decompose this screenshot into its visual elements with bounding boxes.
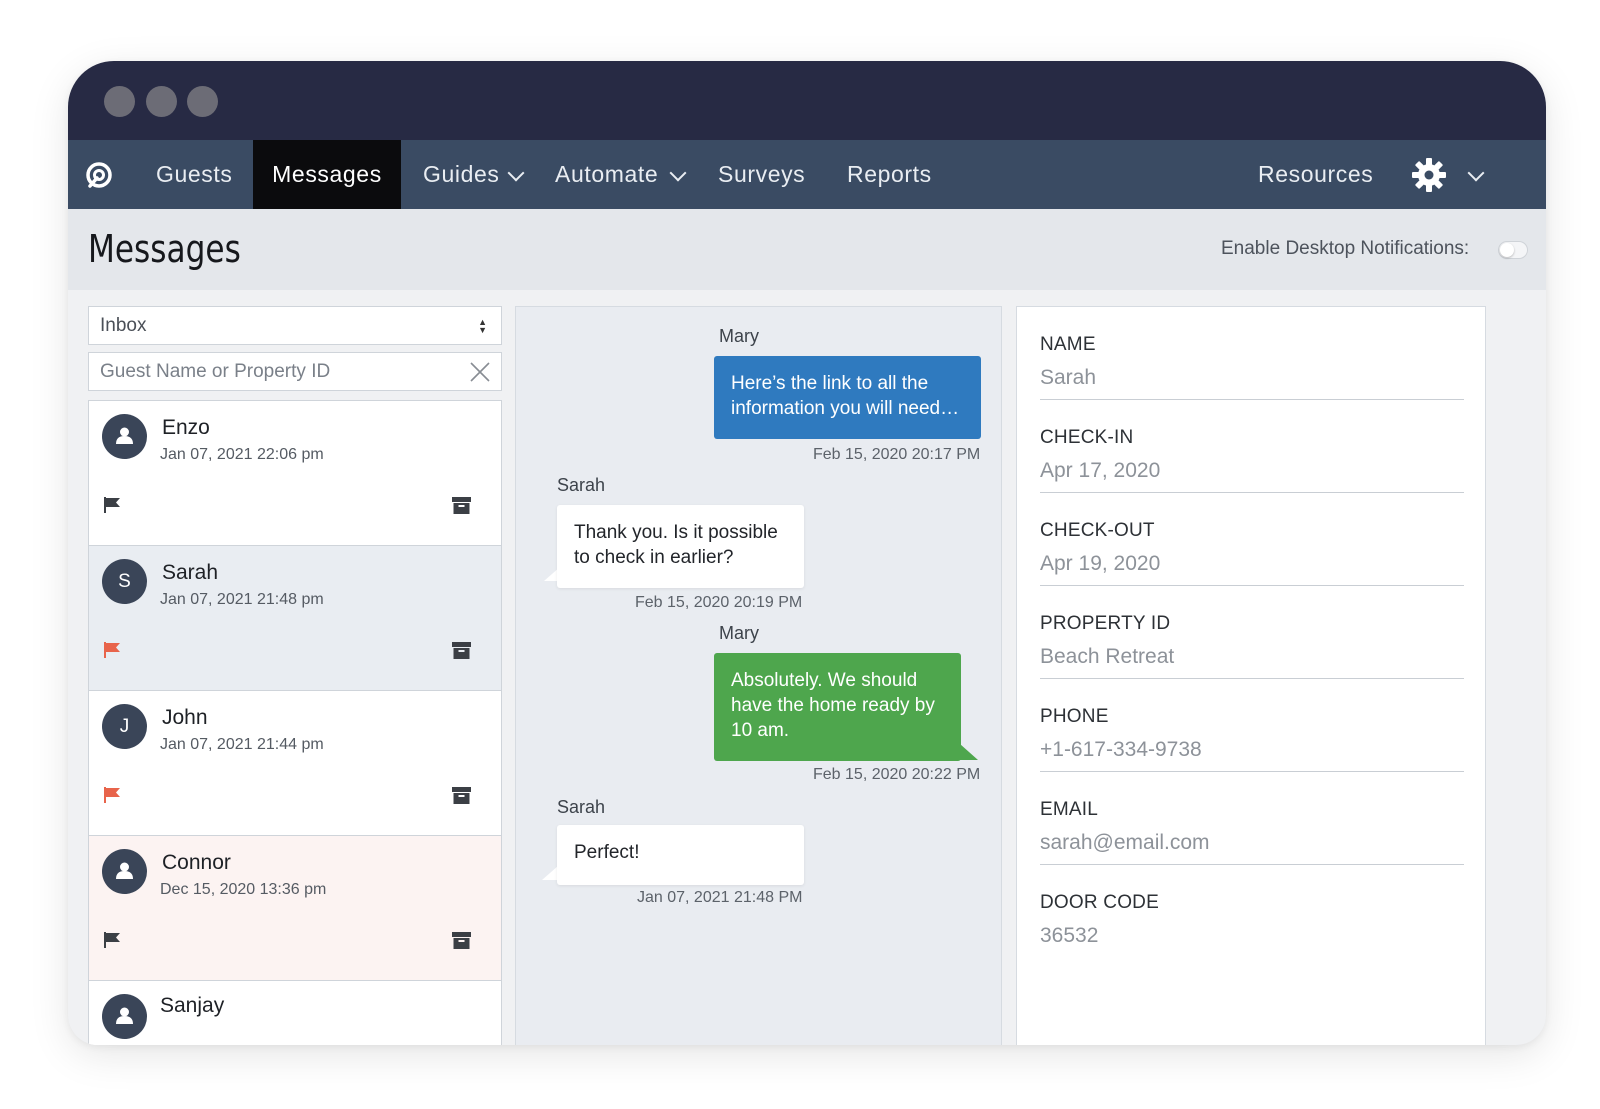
message-timestamp: Feb 15, 2020 20:19 PM xyxy=(635,594,803,611)
conversation-item[interactable]: J John Jan 07, 2021 21:44 pm xyxy=(89,691,501,836)
nav-surveys[interactable]: Surveys xyxy=(718,140,805,209)
nav-guests[interactable]: Guests xyxy=(156,140,232,209)
nav-reports[interactable]: Reports xyxy=(847,140,932,209)
conversation-name: Enzo xyxy=(162,416,210,439)
conversation-time: Jan 07, 2021 21:48 pm xyxy=(160,591,324,608)
conversation-name: Sanjay xyxy=(160,994,225,1017)
page-title: Messages xyxy=(88,227,241,271)
flag-icon[interactable] xyxy=(103,641,123,659)
window-minimize-dot[interactable] xyxy=(146,86,177,117)
field-value[interactable]: +1-617-334-9738 xyxy=(1040,738,1202,762)
notifications-toggle[interactable] xyxy=(1498,241,1528,259)
window-close-dot[interactable] xyxy=(104,86,135,117)
mailbox-select[interactable]: Inbox ▲ ▼ xyxy=(88,306,502,345)
conversation-time: Dec 15, 2020 13:36 pm xyxy=(160,881,327,898)
field-value: Sarah xyxy=(1040,366,1097,389)
field-value: Apr 17, 2020 xyxy=(1040,459,1161,482)
guides-chevron-down-icon[interactable] xyxy=(507,164,525,182)
detail-check-in: CHECK-IN Apr 17, 2020 xyxy=(1040,400,1464,493)
detail-email: EMAIL sarah@email.com xyxy=(1040,772,1464,865)
field-label: PROPERTY ID xyxy=(1040,613,1171,634)
avatar xyxy=(102,994,147,1039)
detail-property-id: PROPERTY ID Beach Retreat xyxy=(1040,586,1464,679)
archive-icon[interactable] xyxy=(452,496,471,515)
field-value[interactable]: sarah@email.com xyxy=(1040,831,1210,855)
select-arrows-icon: ▲ ▼ xyxy=(478,317,487,335)
avatar xyxy=(102,849,147,894)
title-bar xyxy=(68,61,1546,140)
nav-guides[interactable]: Guides xyxy=(423,140,499,209)
field-label: NAME xyxy=(1040,334,1096,355)
gear-icon[interactable] xyxy=(1411,157,1447,193)
user-icon xyxy=(116,1007,133,1024)
page-header: Messages Enable Desktop Notifications: xyxy=(68,209,1546,290)
user-icon xyxy=(116,862,133,879)
user-icon xyxy=(116,427,133,444)
conversation-item[interactable]: Connor Dec 15, 2020 13:36 pm xyxy=(89,836,501,981)
field-label: PHONE xyxy=(1040,706,1109,727)
window-maximize-dot[interactable] xyxy=(187,86,218,117)
main-nav: Guests Messages Guides Automate Surveys … xyxy=(68,140,1546,209)
avatar: J xyxy=(102,704,147,749)
field-label: EMAIL xyxy=(1040,799,1099,820)
conversation-list: Enzo Jan 07, 2021 22:06 pm S Sarah Jan 0… xyxy=(88,400,502,1045)
message-bubble-outgoing: Here’s the link to all the information y… xyxy=(714,356,981,439)
nav-messages[interactable]: Messages xyxy=(253,140,401,209)
search-input[interactable]: Guest Name or Property ID xyxy=(88,352,502,391)
message-bubble-incoming: Thank you. Is it possible to check in ea… xyxy=(557,505,804,588)
app-window: Guests Messages Guides Automate Surveys … xyxy=(68,61,1546,1045)
automate-chevron-down-icon[interactable] xyxy=(669,164,687,182)
field-value: 36532 xyxy=(1040,924,1099,947)
conversation-item[interactable]: Sanjay xyxy=(89,981,501,1045)
message-sender: Mary xyxy=(719,326,759,346)
message-timestamp: Jan 07, 2021 21:48 PM xyxy=(637,889,803,906)
message-sender: Sarah xyxy=(557,475,606,495)
main-content: Inbox ▲ ▼ Guest Name or Property ID Enzo … xyxy=(68,290,1546,1045)
field-value: Apr 19, 2020 xyxy=(1040,552,1161,575)
field-label: CHECK-IN xyxy=(1040,427,1134,448)
search-placeholder: Guest Name or Property ID xyxy=(100,361,331,382)
flag-icon[interactable] xyxy=(103,931,123,949)
message-sender: Sarah xyxy=(557,797,606,817)
field-label: DOOR CODE xyxy=(1040,892,1159,913)
archive-icon[interactable] xyxy=(452,641,471,660)
message-sender: Mary xyxy=(719,623,759,643)
field-value: Beach Retreat xyxy=(1040,645,1175,668)
guest-details-panel: NAME Sarah CHECK-IN Apr 17, 2020 CHECK-O… xyxy=(1016,306,1486,1045)
message-bubble-outgoing: Absolutely. We should have the home read… xyxy=(714,653,961,761)
bubble-tail xyxy=(960,744,978,760)
detail-check-out: CHECK-OUT Apr 19, 2020 xyxy=(1040,493,1464,586)
toggle-knob xyxy=(1500,243,1514,257)
settings-chevron-down-icon[interactable] xyxy=(1467,164,1485,182)
detail-phone: PHONE +1-617-334-9738 xyxy=(1040,679,1464,772)
field-label: CHECK-OUT xyxy=(1040,520,1155,541)
conversation-name: John xyxy=(162,706,208,729)
avatar xyxy=(102,414,147,459)
message-bubble-incoming: Perfect! xyxy=(557,825,804,885)
detail-name: NAME Sarah xyxy=(1040,307,1464,400)
message-timestamp: Feb 15, 2020 20:17 PM xyxy=(813,446,981,463)
archive-icon[interactable] xyxy=(452,931,471,950)
mailbox-select-value: Inbox xyxy=(100,315,147,336)
conversation-time: Jan 07, 2021 22:06 pm xyxy=(160,446,324,463)
notifications-label: Enable Desktop Notifications: xyxy=(1221,238,1470,259)
conversation-item-selected[interactable]: S Sarah Jan 07, 2021 21:48 pm xyxy=(89,546,501,691)
flag-icon[interactable] xyxy=(103,496,123,514)
message-timestamp: Feb 15, 2020 20:22 PM xyxy=(813,766,981,783)
archive-icon[interactable] xyxy=(452,786,471,805)
bubble-tail xyxy=(542,866,558,880)
message-thread: Mary Here’s the link to all the informat… xyxy=(515,306,1002,1045)
conversation-time: Jan 07, 2021 21:44 pm xyxy=(160,736,324,753)
conversation-item[interactable]: Enzo Jan 07, 2021 22:06 pm xyxy=(89,401,501,546)
detail-door-code: DOOR CODE 36532 xyxy=(1040,865,1464,958)
clear-search-icon[interactable] xyxy=(469,361,491,383)
app-logo-icon[interactable] xyxy=(84,160,114,190)
nav-automate[interactable]: Automate xyxy=(555,140,658,209)
conversation-name: Sarah xyxy=(162,561,219,584)
conversation-name: Connor xyxy=(162,851,231,874)
avatar: S xyxy=(102,559,147,604)
nav-resources[interactable]: Resources xyxy=(1258,140,1373,209)
flag-icon[interactable] xyxy=(103,786,123,804)
